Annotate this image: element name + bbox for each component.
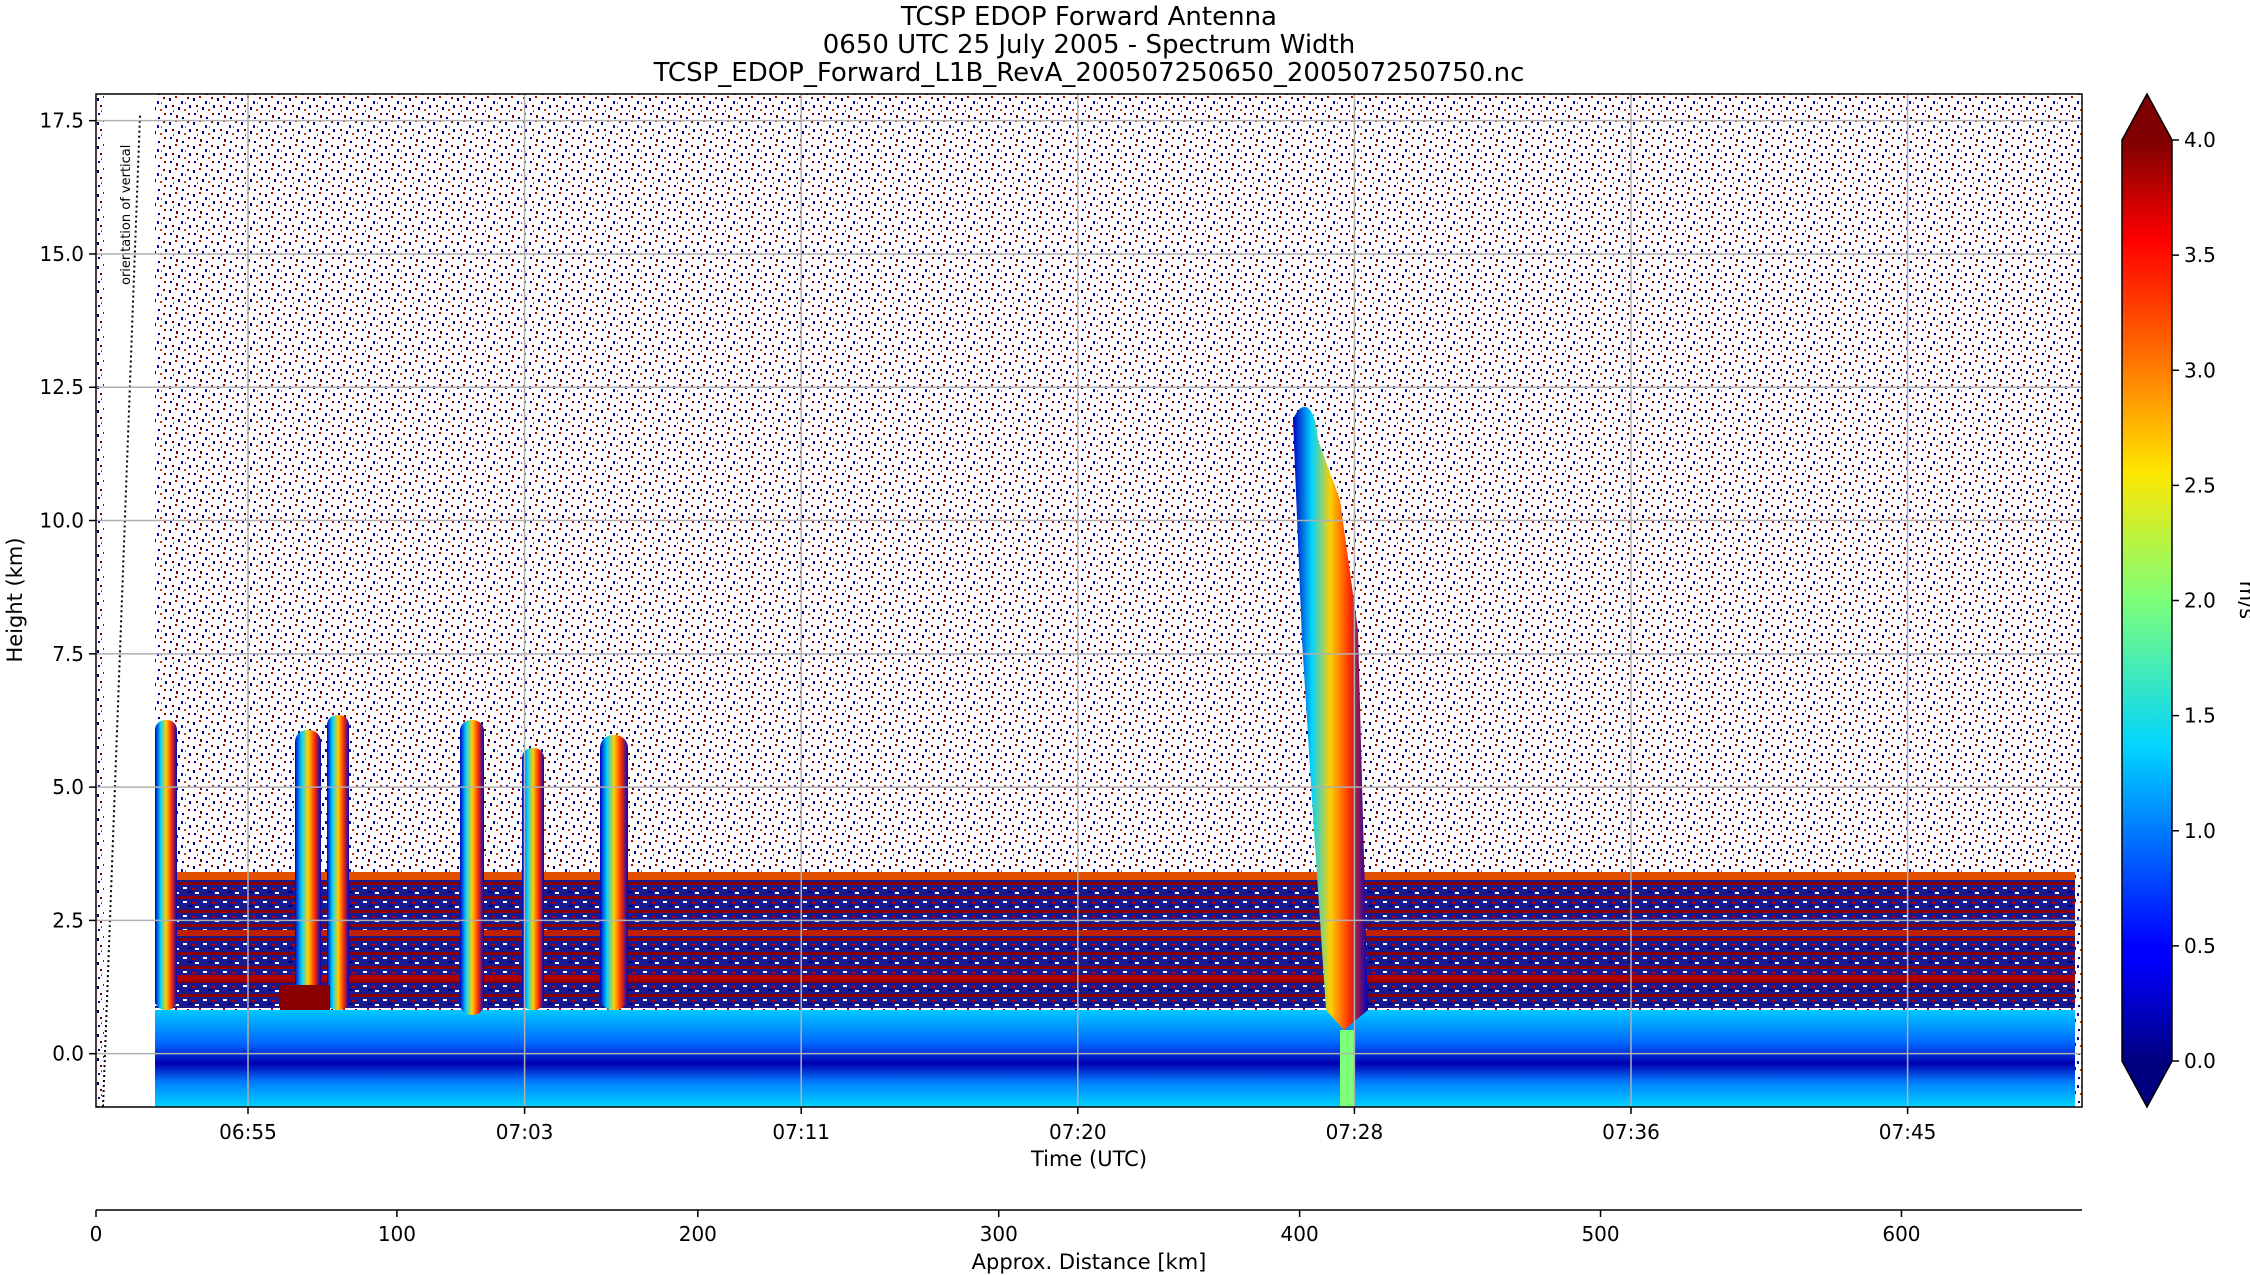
title-line-3: TCSP_EDOP_Forward_L1B_RevA_200507250650_… xyxy=(653,58,1525,88)
distance-axis: 0 100 200 300 400 500 600 Approx. Distance [km… xyxy=(90,1209,2082,1274)
cell-0706 xyxy=(600,735,628,1010)
left-edge-noise xyxy=(96,94,104,1107)
x-tick-label: 07:11 xyxy=(772,1120,830,1144)
layer-line-b xyxy=(155,975,2075,981)
chart-figure: TCSP EDOP Forward Antenna 0650 UTC 25 Ju… xyxy=(3,2,2250,1274)
cell-0657b xyxy=(327,715,349,1010)
x-tick-label: 07:28 xyxy=(1326,1120,1384,1144)
x-axis-label: Time (UTC) xyxy=(1030,1147,1147,1171)
distance-axis-ticks: 0 100 200 300 400 500 600 xyxy=(90,1210,1921,1246)
y-tick-label: 7.5 xyxy=(52,642,84,666)
vertical-orientation-label: orientation of vertical xyxy=(119,145,134,285)
colorbar-ticks: 0.0 0.5 1.0 1.5 2.0 2.5 3.0 3.5 4.0 xyxy=(2172,128,2216,1073)
distance-tick-label: 500 xyxy=(1581,1222,1619,1246)
title-line-2: 0650 UTC 25 July 2005 - Spectrum Width xyxy=(823,30,1355,60)
colorbar-tick-label: 2.5 xyxy=(2184,473,2216,497)
colorbar-tick-label: 3.5 xyxy=(2184,243,2216,267)
distance-tick-label: 300 xyxy=(980,1222,1018,1246)
distance-tick-label: 400 xyxy=(1281,1222,1319,1246)
colorbar-tick-label: 2.0 xyxy=(2184,589,2216,613)
y-tick-label: 15.0 xyxy=(39,242,84,266)
tower-surface-streak xyxy=(1340,1030,1354,1107)
melting-layer xyxy=(155,872,2075,880)
x-tick-label: 07:36 xyxy=(1602,1120,1660,1144)
colorbar-tick-label: 1.0 xyxy=(2184,819,2216,843)
distance-axis-label: Approx. Distance [km] xyxy=(972,1250,1207,1274)
colorbar-gradient xyxy=(2122,140,2172,1061)
x-tick-label: 07:03 xyxy=(496,1120,554,1144)
cell-0701 xyxy=(460,720,484,1015)
title-line-1: TCSP EDOP Forward Antenna xyxy=(900,2,1277,32)
layer-line-a xyxy=(155,930,2075,936)
y-tick-label: 10.0 xyxy=(39,509,84,533)
cell-0657a xyxy=(295,730,321,1010)
surface-echo xyxy=(155,1010,2075,1107)
y-tick-label: 5.0 xyxy=(52,775,84,799)
colorbar-extend-max xyxy=(2122,94,2172,140)
x-tick-label: 06:55 xyxy=(219,1120,277,1144)
y-tick-label: 12.5 xyxy=(39,375,84,399)
y-tick-label: 17.5 xyxy=(39,109,84,133)
cell-0652 xyxy=(155,720,177,1010)
low-layer-band xyxy=(155,880,2075,1008)
chart-title: TCSP EDOP Forward Antenna 0650 UTC 25 Ju… xyxy=(653,2,1525,88)
y-axis-ticks: 0.0 2.5 5.0 7.5 10.0 12.5 15.0 17.5 xyxy=(39,109,96,1066)
y-tick-label: 0.0 xyxy=(52,1042,84,1066)
x-tick-label: 07:20 xyxy=(1049,1120,1107,1144)
x-tick-label: 07:45 xyxy=(1879,1120,1937,1144)
distance-tick-label: 600 xyxy=(1882,1222,1920,1246)
x-axis-ticks: 06:55 07:03 07:11 07:20 07:28 07:36 07:45 xyxy=(219,1107,1936,1144)
cell-0657-base xyxy=(280,985,330,1010)
colorbar: 0.0 0.5 1.0 1.5 2.0 2.5 3.0 3.5 4.0 m/s xyxy=(2121,92,2250,1109)
plot-area: orientation of vertical xyxy=(96,94,2082,1107)
distance-tick-label: 100 xyxy=(378,1222,416,1246)
y-tick-label: 2.5 xyxy=(52,908,84,932)
distance-tick-label: 200 xyxy=(679,1222,717,1246)
colorbar-tick-label: 4.0 xyxy=(2184,128,2216,152)
y-axis-label: Height (km) xyxy=(3,537,27,662)
colorbar-label: m/s xyxy=(2235,581,2250,619)
colorbar-tick-label: 0.0 xyxy=(2184,1049,2216,1073)
colorbar-tick-label: 3.0 xyxy=(2184,358,2216,382)
colorbar-tick-label: 0.5 xyxy=(2184,934,2216,958)
colorbar-tick-label: 1.5 xyxy=(2184,704,2216,728)
distance-tick-label: 0 xyxy=(90,1222,103,1246)
colorbar-extend-min xyxy=(2122,1061,2172,1107)
